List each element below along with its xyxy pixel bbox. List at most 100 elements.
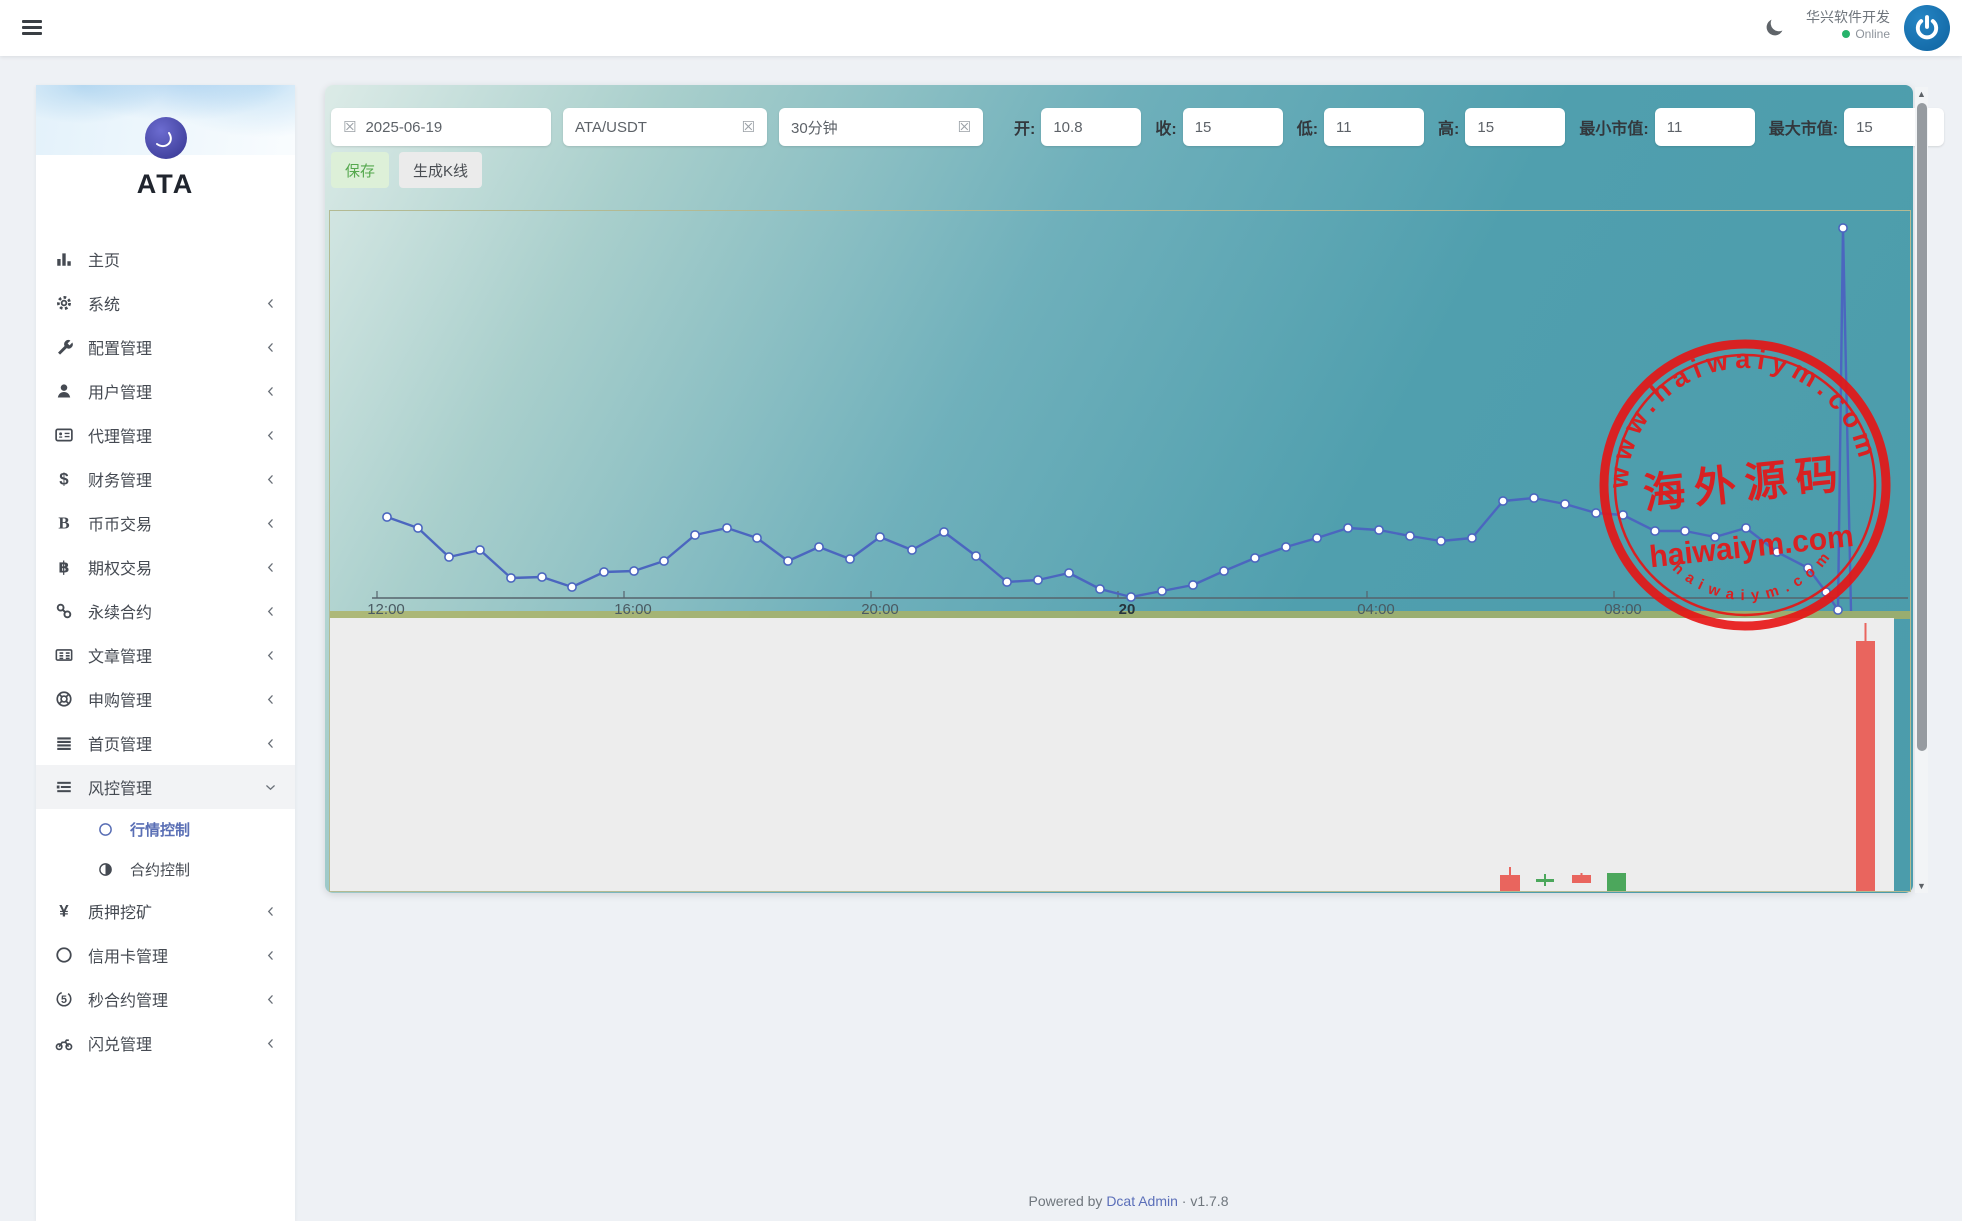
calendar-icon: ☒ [343,118,357,136]
market-control-panel: ☒ 2025-06-19 ATA/USDT ☒ 30分钟 ☒ 开: 收: 低: … [325,85,1945,893]
sidebar-item-label: 闪兑管理 [88,1037,153,1054]
bitcoin-icon: ฿ [59,560,70,576]
svg-text:$: $ [59,470,69,488]
chevron-left-icon [267,694,273,704]
svg-text:B: B [58,514,69,532]
wrench-icon [58,340,73,355]
sidebar-item-homepage[interactable]: 首页管理 [36,721,295,765]
sidebar-item-label: 系统 [88,297,121,314]
sidebar-item-users[interactable]: 用户管理 [36,369,295,413]
generate-kline-button[interactable]: 生成K线 [399,152,483,188]
field-label-high: 高: [1438,121,1460,138]
scroll-down-arrow-icon[interactable]: ▼ [1915,879,1928,893]
sidebar-item-risk-control[interactable]: 风控管理 [36,765,295,809]
field-input-high[interactable] [1465,108,1566,146]
interval-select[interactable]: 30分钟 ☒ [779,108,983,146]
sidebar-subitem-market-control[interactable]: 行情控制 [36,809,295,849]
kline-chart-canvas: 12:00 16:00 20:00 20 04:00 08:00 [330,223,1910,891]
sidebar-item-label: 首页管理 [88,737,153,754]
date-input[interactable]: ☒ 2025-06-19 [331,108,551,146]
life-ring-icon [56,691,72,707]
hamburger-menu-icon[interactable] [22,17,44,39]
chevron-left-icon [267,430,273,440]
newspaper-icon [55,649,73,661]
list-icon [57,737,71,750]
brand-logo-swirl [155,132,172,148]
scroll-up-arrow-icon[interactable]: ▲ [1915,87,1928,101]
sidebar-subitem-label: 合约控制 [130,861,191,879]
kline-toolbar: ☒ 2025-06-19 ATA/USDT ☒ 30分钟 ☒ 开: 收: 低: … [331,108,1945,146]
sidebar-item-perpetual[interactable]: 永续合约 [36,589,295,633]
chart-bar-icon [57,253,71,266]
sidebar-item-config[interactable]: 配置管理 [36,325,295,369]
chevron-left-icon [267,1038,273,1048]
user-menu[interactable]: 华兴软件开发 Online [1806,9,1890,42]
chevron-left-icon [267,518,273,528]
svg-text:04:00: 04:00 [1357,601,1395,618]
chevron-left-icon [267,994,273,1004]
footer: Powered by Dcat Admin · v1.7.8 [295,1193,1962,1209]
save-button[interactable]: 保存 [331,152,390,188]
sidebar-item-staking[interactable]: ¥ 质押挖矿 [36,889,295,933]
svg-text:12:00: 12:00 [367,601,405,618]
vertical-scrollbar[interactable]: ▲ ▼ [1915,87,1928,893]
user-name: 华兴软件开发 [1806,9,1890,25]
chevron-left-icon [267,606,273,616]
footer-version-text: · v1.7.8 [1177,1193,1229,1209]
sidebar-item-label: 代理管理 [88,429,153,446]
field-label-close: 收: [1155,121,1177,138]
dark-mode-moon-icon[interactable] [1764,16,1786,38]
svg-text:20: 20 [1119,601,1136,618]
dollar-icon: $ [59,470,69,488]
sidebar-item-finance[interactable]: $ 财务管理 [36,457,295,501]
sidebar-item-label: 风控管理 [88,781,153,798]
dropdown-caret-icon: ☒ [957,118,971,136]
chevron-left-icon [267,298,273,308]
user-icon [57,384,71,398]
sidebar-item-options-trade[interactable]: ฿ 期权交易 [36,545,295,589]
svg-text:¥: ¥ [59,902,69,920]
svg-text:5: 5 [61,994,67,1006]
sidebar-item-subscribe[interactable]: 申购管理 [36,677,295,721]
sidebar-subitem-label: 行情控制 [130,821,191,839]
svg-text:฿: ฿ [59,560,70,576]
sidebar-item-label: 配置管理 [88,341,153,358]
sidebar-item-flash-swap[interactable]: 闪兑管理 [36,1021,295,1065]
sidebar-item-label: 文章管理 [88,649,153,666]
sidebar-item-credit-card[interactable]: 信用卡管理 [36,933,295,977]
sidebar-header: ATA [36,85,295,217]
sidebar-item-label: 质押挖矿 [88,905,153,922]
sidebar-item-agents[interactable]: 代理管理 [36,413,295,457]
sidebar-item-articles[interactable]: 文章管理 [36,633,295,677]
pair-value: ATA/USDT [575,118,647,136]
field-label-low: 低: [1296,121,1319,138]
toolbar-buttons: 保存 生成K线 [331,152,483,188]
footer-powered-text: Powered by [1028,1193,1107,1209]
field-input-open[interactable] [1041,108,1142,146]
field-input-low[interactable] [1324,108,1425,146]
chevron-left-icon [267,738,273,748]
yen-icon: ¥ [59,902,69,920]
pair-select[interactable]: ATA/USDT ☒ [563,108,767,146]
motorcycle-icon [55,1039,73,1051]
avatar[interactable] [1904,5,1950,51]
field-input-min-cap[interactable] [1654,108,1755,146]
sidebar-item-second-contract[interactable]: 5 秒合约管理 [36,977,295,1021]
sidebar-item-label: 主页 [88,253,121,270]
field-input-max-cap[interactable] [1844,108,1945,146]
field-input-close[interactable] [1182,108,1283,146]
gear-icon [57,296,71,310]
svg-text:08:00: 08:00 [1604,601,1642,618]
id-card-icon [55,428,73,442]
sidebar-subitem-contract-control[interactable]: 合约控制 [36,849,295,889]
svg-text:20:00: 20:00 [861,601,899,618]
sidebar-item-spot-trade[interactable]: B 币币交易 [36,501,295,545]
online-status-label: Online [1855,26,1890,41]
chevron-left-icon [267,906,273,916]
letter-b-icon: B [58,514,69,532]
sidebar-item-home[interactable]: 主页 [36,237,295,281]
dcat-admin-link[interactable]: Dcat Admin [1106,1193,1178,1209]
sidebar-item-system[interactable]: 系统 [36,281,295,325]
svg-text:16:00: 16:00 [614,601,652,618]
scrollbar-thumb[interactable] [1916,103,1927,751]
